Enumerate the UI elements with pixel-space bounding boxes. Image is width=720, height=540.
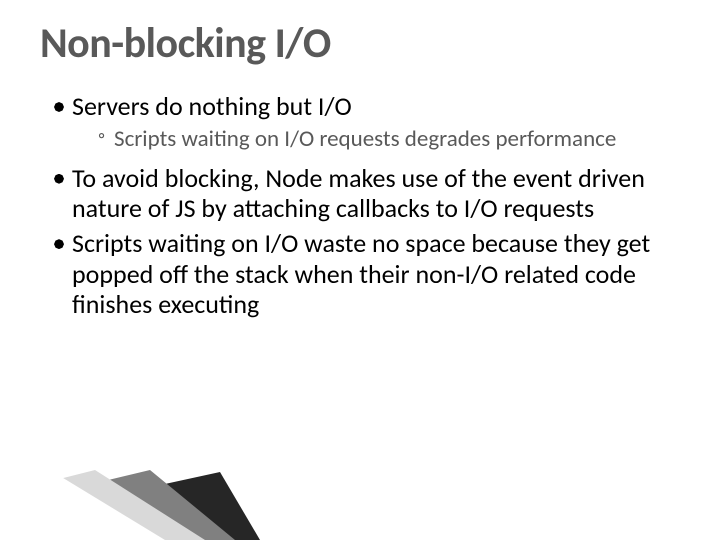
bullet-text: To avoid blocking, Node makes use of the… <box>72 162 645 225</box>
slide-title: Non-blocking I/O <box>40 18 680 69</box>
bullet-list: Servers do nothing but I/O Scripts waiti… <box>40 91 680 320</box>
sub-list-item: Scripts waiting on I/O requests degrades… <box>98 126 680 153</box>
slide: Non-blocking I/O Servers do nothing but … <box>0 0 720 540</box>
corner-decoration-icon <box>0 470 260 540</box>
list-item: To avoid blocking, Node makes use of the… <box>54 163 680 224</box>
bullet-text: Servers do nothing but I/O <box>72 90 352 122</box>
list-item: Scripts waiting on I/O waste no space be… <box>54 228 680 320</box>
list-item: Servers do nothing but I/O Scripts waiti… <box>54 91 680 153</box>
sub-bullet-text: Scripts waiting on I/O requests degrades… <box>114 125 616 153</box>
sub-list: Scripts waiting on I/O requests degrades… <box>72 126 680 153</box>
bullet-text: Scripts waiting on I/O waste no space be… <box>72 227 650 320</box>
